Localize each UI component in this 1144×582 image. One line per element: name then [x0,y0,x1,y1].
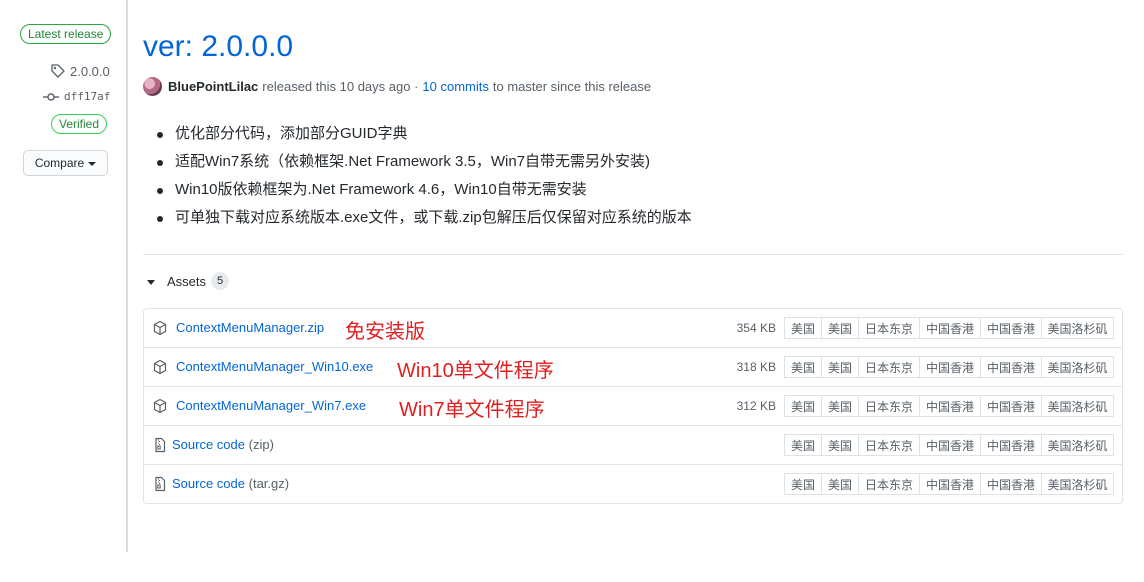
avatar[interactable] [143,76,162,96]
asset-link[interactable]: ContextMenuManager.zip [176,320,324,335]
mirror-button[interactable]: 美国 [821,473,858,495]
asset-link[interactable]: ContextMenuManager_Win10.exe [176,359,373,374]
asset-size: 354 KB [736,321,776,335]
commit-sha: dff17af [64,90,111,103]
triangle-down-icon [147,279,155,285]
file-zip-icon [155,437,166,453]
mirror-button[interactable]: 中国香港 [980,434,1041,456]
mirror-group: 美国 美国 日本东京 中国香港 中国香港 美国洛杉矶 [784,356,1114,378]
asset-row: ContextMenuManager.zip 免安装版 354 KB 美国 美国… [144,309,1122,347]
mirror-button[interactable]: 美国洛杉矶 [1041,473,1114,495]
mirror-button[interactable]: 中国香港 [919,356,980,378]
mirror-button[interactable]: 美国 [821,434,858,456]
list-item: Win10版依赖框架为.Net Framework 4.6，Win10自带无需安… [157,178,692,206]
release-notes: 优化部分代码，添加部分GUID字典 适配Win7系统（依赖框架.Net Fram… [157,122,692,234]
latest-release-badge: Latest release [20,24,112,44]
mirror-group: 美国 美国 日本东京 中国香港 中国香港 美国洛杉矶 [784,473,1114,495]
mirror-group: 美国 美国 日本东京 中国香港 中国香港 美国洛杉矶 [784,395,1114,417]
asset-link[interactable]: ContextMenuManager_Win7.exe [176,398,366,413]
mirror-button[interactable]: 美国洛杉矶 [1041,395,1114,417]
since-text: to master since this release [492,78,652,94]
list-item: 优化部分代码，添加部分GUID字典 [157,122,692,150]
assets-toggle[interactable]: Assets 5 [147,272,230,290]
commit-link[interactable]: dff17af [43,90,110,103]
compare-button[interactable]: Compare [23,150,108,176]
asset-size: 312 KB [736,399,776,413]
commits-link[interactable]: 10 commits [422,79,488,94]
mirror-button[interactable]: 美国 [784,473,821,495]
package-icon [153,320,167,336]
mirror-button[interactable]: 日本东京 [858,395,919,417]
author-link[interactable]: BluePointLilac [168,79,258,94]
assets-count: 5 [211,272,230,290]
chevron-down-icon [88,161,97,166]
mirror-button[interactable]: 中国香港 [919,473,980,495]
mirror-group: 美国 美国 日本东京 中国香港 中国香港 美国洛杉矶 [784,434,1114,456]
asset-annotation: Win7单文件程序 [399,399,545,421]
package-icon [153,359,167,375]
mirror-button[interactable]: 美国 [784,317,821,339]
source-code-label: Source code [172,476,245,491]
mirror-button[interactable]: 日本东京 [858,473,919,495]
mirror-button[interactable]: 中国香港 [919,434,980,456]
git-commit-icon [43,92,59,101]
release-sidebar: Latest release 2.0.0.0 dff17af Verified … [0,0,128,552]
list-item: 可单独下载对应系统版本.exe文件，或下载.zip包解压后仅保留对应系统的版本 [157,206,692,234]
source-code-ext: (zip) [248,437,274,452]
source-code-link[interactable]: Source code (tar.gz) [172,476,289,491]
asset-row: ContextMenuManager_Win7.exe Win7单文件程序 31… [144,386,1122,425]
mirror-button[interactable]: 美国 [821,356,858,378]
tag-link[interactable]: 2.0.0.0 [50,63,110,79]
mirror-button[interactable]: 中国香港 [980,473,1041,495]
asset-annotation: 免安装版 [345,321,425,343]
mirror-group: 美国 美国 日本东京 中国香港 中国香港 美国洛杉矶 [784,317,1114,339]
mirror-button[interactable]: 中国香港 [980,317,1041,339]
mirror-button[interactable]: 中国香港 [980,356,1041,378]
mirror-button[interactable]: 中国香港 [919,395,980,417]
source-code-link[interactable]: Source code (zip) [172,437,274,452]
asset-row: ContextMenuManager_Win10.exe Win10单文件程序 … [144,347,1122,386]
verified-badge[interactable]: Verified [51,114,108,134]
tag-icon [51,64,65,78]
release-meta: BluePointLilac released this 10 days ago… [143,76,651,96]
divider [143,254,1123,255]
source-code-ext: (tar.gz) [248,476,290,491]
assets-list: ContextMenuManager.zip 免安装版 354 KB 美国 美国… [143,308,1123,504]
mirror-button[interactable]: 中国香港 [980,395,1041,417]
file-zip-icon [155,476,166,492]
asset-row: Source code (zip) 美国 美国 日本东京 中国香港 中国香港 美… [144,425,1122,464]
mirror-button[interactable]: 美国 [784,395,821,417]
released-text: released this 10 days ago · [262,78,419,94]
asset-row: Source code (tar.gz) 美国 美国 日本东京 中国香港 中国香… [144,464,1122,503]
mirror-button[interactable]: 美国洛杉矶 [1041,356,1114,378]
mirror-button[interactable]: 美国 [821,317,858,339]
release-title[interactable]: ver: 2.0.0.0 [143,30,293,64]
release-page: Latest release 2.0.0.0 dff17af Verified … [0,0,1144,582]
assets-label: Assets [167,273,207,289]
source-code-label: Source code [172,437,245,452]
mirror-button[interactable]: 日本东京 [858,434,919,456]
mirror-button[interactable]: 美国洛杉矶 [1041,434,1114,456]
compare-label: Compare [34,156,85,170]
list-item: 适配Win7系统（依赖框架.Net Framework 3.5，Win7自带无需… [157,150,692,178]
asset-annotation: Win10单文件程序 [397,360,554,382]
tag-name: 2.0.0.0 [70,63,110,79]
mirror-button[interactable]: 美国 [821,395,858,417]
mirror-button[interactable]: 美国 [784,434,821,456]
mirror-button[interactable]: 日本东京 [858,317,919,339]
asset-size: 318 KB [736,360,776,374]
mirror-button[interactable]: 美国 [784,356,821,378]
package-icon [153,398,167,414]
mirror-button[interactable]: 日本东京 [858,356,919,378]
mirror-button[interactable]: 美国洛杉矶 [1041,317,1114,339]
mirror-button[interactable]: 中国香港 [919,317,980,339]
